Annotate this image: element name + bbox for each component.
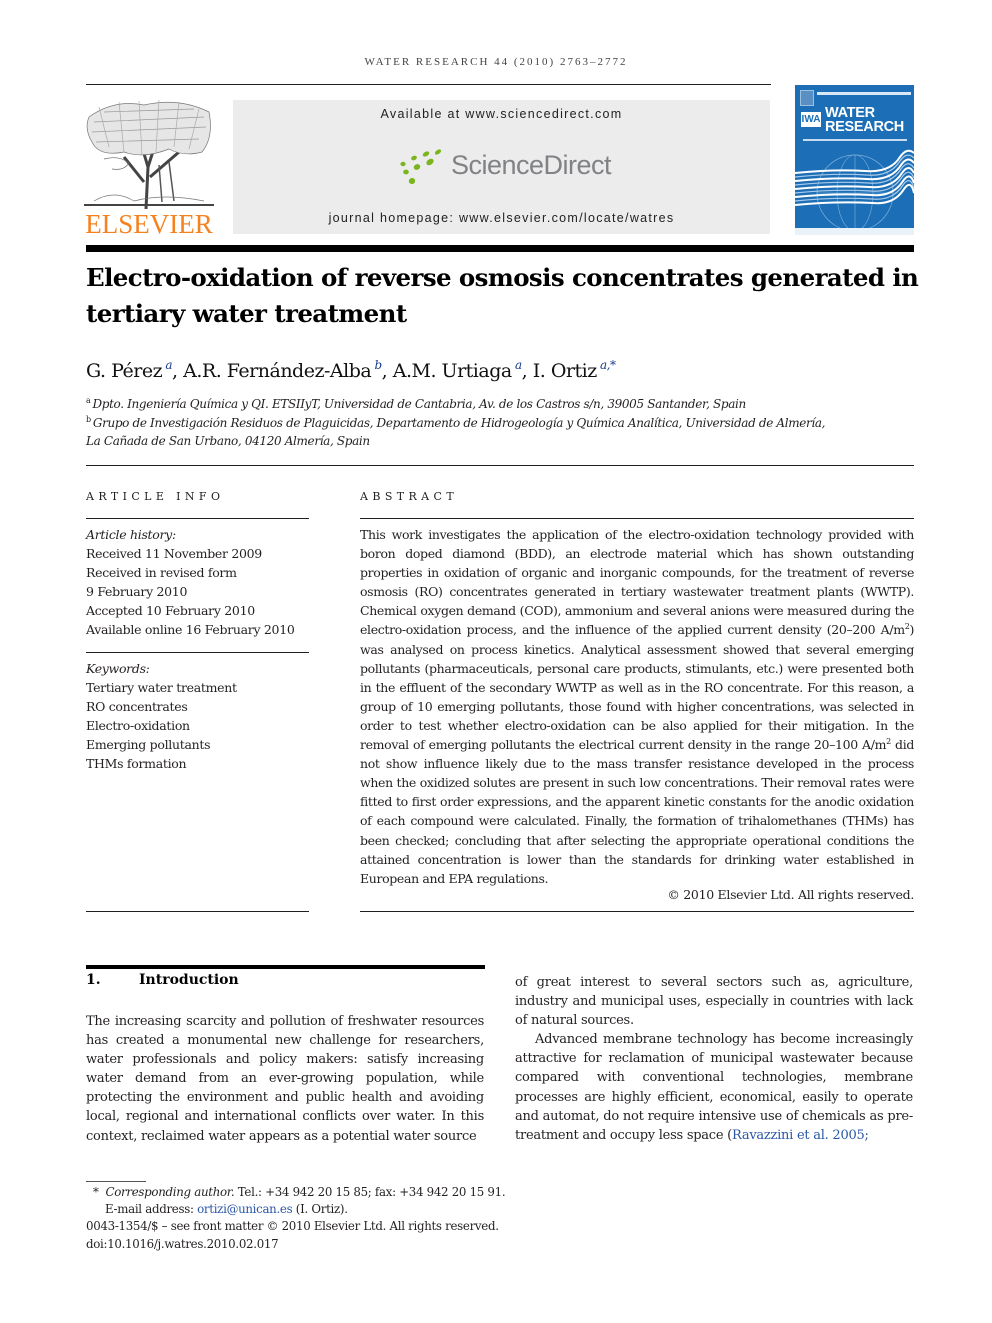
section-rule [86, 965, 485, 969]
iwa-badge: IWA [801, 112, 821, 127]
intro-paragraph-continued: of great interest to several sectors suc… [515, 975, 913, 1029]
keyword[interactable]: RO concentrates [86, 697, 309, 716]
elsevier-wordmark: ELSEVIER [85, 209, 213, 239]
email-link[interactable]: ortizi@unican.es [197, 1202, 293, 1216]
author[interactable]: G. Pérez a [86, 358, 173, 382]
email-note: E-mail address: ortizi@unican.es (I. Ort… [105, 1202, 348, 1216]
masthead-rule [86, 245, 914, 252]
article-info-rule [86, 518, 309, 519]
author-list: G. Pérez a, A.R. Fernández-Alba b, A.M. … [86, 358, 616, 382]
keyword[interactable]: Electro-oxidation [86, 716, 309, 735]
affiliation-rule [86, 465, 914, 466]
history-revised-date: 9 February 2010 [86, 584, 188, 600]
intro-paragraph: The increasing scarcity and pollution of… [86, 1014, 484, 1144]
doi-link[interactable]: doi:10.1016/j.watres.2010.02.017 [86, 1236, 279, 1254]
elsevier-tree-icon [84, 99, 214, 209]
affiliation-a: a Dpto. Ingeniería Química y QI. ETSIIyT… [86, 396, 746, 411]
abstract-rule [360, 518, 914, 519]
intro-column-right: of great interest to several sectors suc… [515, 973, 913, 1145]
author[interactable]: A.M. Urtiaga a [393, 358, 522, 382]
keyword[interactable]: Tertiary water treatment [86, 678, 309, 697]
affiliation-mark[interactable]: a [515, 358, 522, 372]
front-matter-note: 0043-1354/$ – see front matter © 2010 El… [86, 1219, 499, 1233]
cover-bottom-band [795, 228, 914, 235]
sciencedirect-banner: Available at www.sciencedirect.com Scien… [233, 100, 770, 234]
footnote-rule [86, 1181, 146, 1182]
history-accepted: Accepted 10 February 2010 [86, 603, 255, 619]
history-received: Received 11 November 2009 [86, 546, 262, 562]
article-title: Electro-oxidation of reverse osmosis con… [86, 263, 919, 328]
intro-paragraph: Advanced membrane technology has become … [515, 1032, 913, 1143]
available-at-link[interactable]: Available at www.sciencedirect.com [233, 107, 770, 121]
abstract-heading: ABSTRACT [360, 490, 459, 503]
abstract-copyright: © 2010 Elsevier Ltd. All rights reserved… [667, 887, 914, 902]
affiliation-mark[interactable]: a,* [600, 358, 616, 372]
affiliation-b-continued: La Cañada de San Urbano, 04120 Almería, … [86, 434, 370, 448]
keyword[interactable]: Emerging pollutants [86, 735, 309, 754]
article-info-heading: ARTICLE INFO [86, 490, 225, 503]
cover-waves-icon [795, 149, 914, 232]
article-history: Article history: Received 11 November 20… [86, 525, 309, 640]
cover-title-line2: RESEARCH [825, 119, 904, 135]
journal-cover[interactable]: IWA WATER RESEARCH [795, 85, 914, 235]
cover-top-bar [817, 92, 911, 95]
header-rule [86, 84, 771, 85]
history-revised: Received in revised form [86, 565, 237, 581]
abstract-body: This work investigates the application o… [360, 527, 914, 886]
keywords-label: Keywords: [86, 661, 150, 676]
intro-column-left: The increasing scarcity and pollution of… [86, 1012, 484, 1146]
abstract-bottom-rule [360, 911, 914, 912]
history-online: Available online 16 February 2010 [86, 622, 295, 638]
sciencedirect-logo[interactable]: ScienceDirect [398, 148, 613, 188]
article-info-bottom-rule [86, 911, 309, 912]
section-number: 1. [86, 972, 101, 988]
cover-title-line1: WATER [825, 105, 875, 121]
section-heading-introduction: 1. Introduction [86, 972, 239, 988]
cover-title: WATER RESEARCH [825, 105, 904, 135]
sciencedirect-wordmark: ScienceDirect [451, 150, 612, 180]
keywords-rule [86, 652, 309, 653]
keywords: Keywords: Tertiary water treatment RO co… [86, 659, 309, 774]
author[interactable]: I. Ortiz a,* [533, 358, 616, 382]
section-title: Introduction [139, 972, 239, 988]
elsevier-logo[interactable]: ELSEVIER [84, 97, 214, 240]
keyword[interactable]: THMs formation [86, 754, 309, 773]
journal-running-header: WATER RESEARCH 44 (2010) 2763–2772 [364, 56, 628, 68]
history-label: Article history: [86, 527, 176, 542]
cover-thumbnail [800, 90, 814, 106]
cover-subtitle-bar [803, 139, 907, 141]
author[interactable]: A.R. Fernández-Alba b [183, 358, 382, 382]
citation-link[interactable]: Ravazzini et al. 2005; [732, 1128, 869, 1143]
journal-homepage-link[interactable]: journal homepage: www.elsevier.com/locat… [233, 211, 770, 225]
corresponding-author-note: * Corresponding author. Tel.: +34 942 20… [93, 1185, 506, 1199]
affiliation-mark[interactable]: b [374, 358, 382, 372]
affiliation-b: b Grupo de Investigación Residuos de Pla… [86, 415, 826, 430]
